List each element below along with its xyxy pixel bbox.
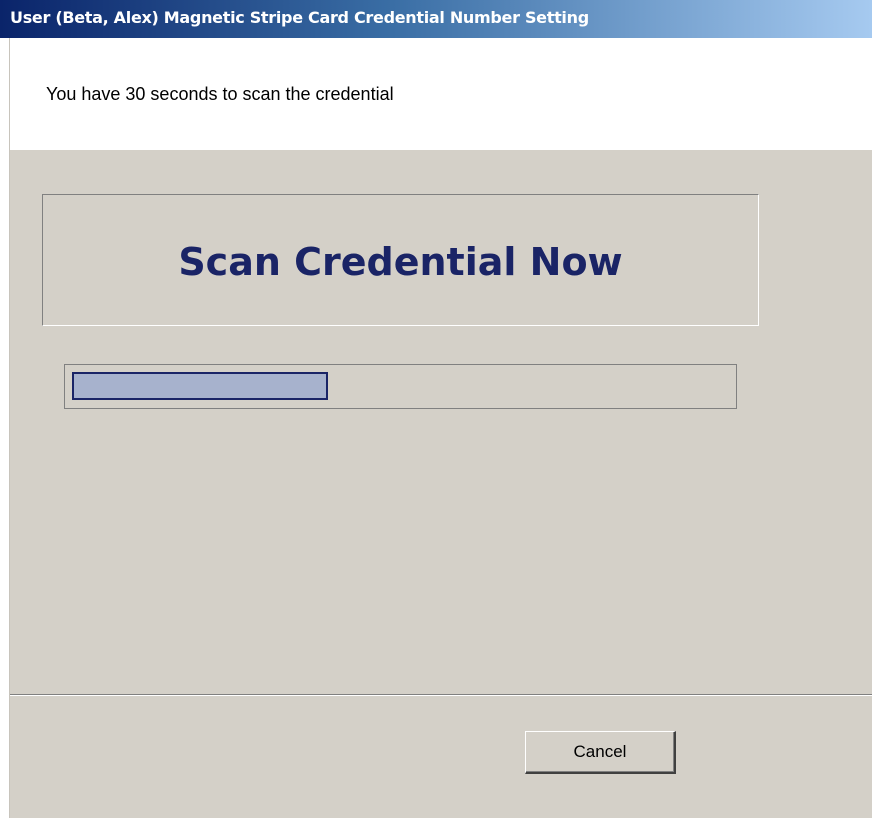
cancel-button[interactable]: Cancel — [525, 731, 676, 774]
dialog-window: User (Beta, Alex) Magnetic Stripe Card C… — [0, 0, 872, 818]
footer-separator — [10, 694, 872, 696]
scan-prompt-box: Scan Credential Now — [42, 194, 759, 326]
instruction-text: You have 30 seconds to scan the credenti… — [46, 84, 394, 104]
scan-progress-bar — [64, 364, 737, 409]
dialog-left-edge — [0, 38, 10, 818]
window-title: User (Beta, Alex) Magnetic Stripe Card C… — [10, 8, 589, 27]
header-panel: You have 30 seconds to scan the credenti… — [10, 38, 872, 150]
scan-progress-fill — [72, 372, 328, 400]
scan-prompt-text: Scan Credential Now — [178, 240, 623, 284]
title-bar[interactable]: User (Beta, Alex) Magnetic Stripe Card C… — [0, 0, 872, 38]
